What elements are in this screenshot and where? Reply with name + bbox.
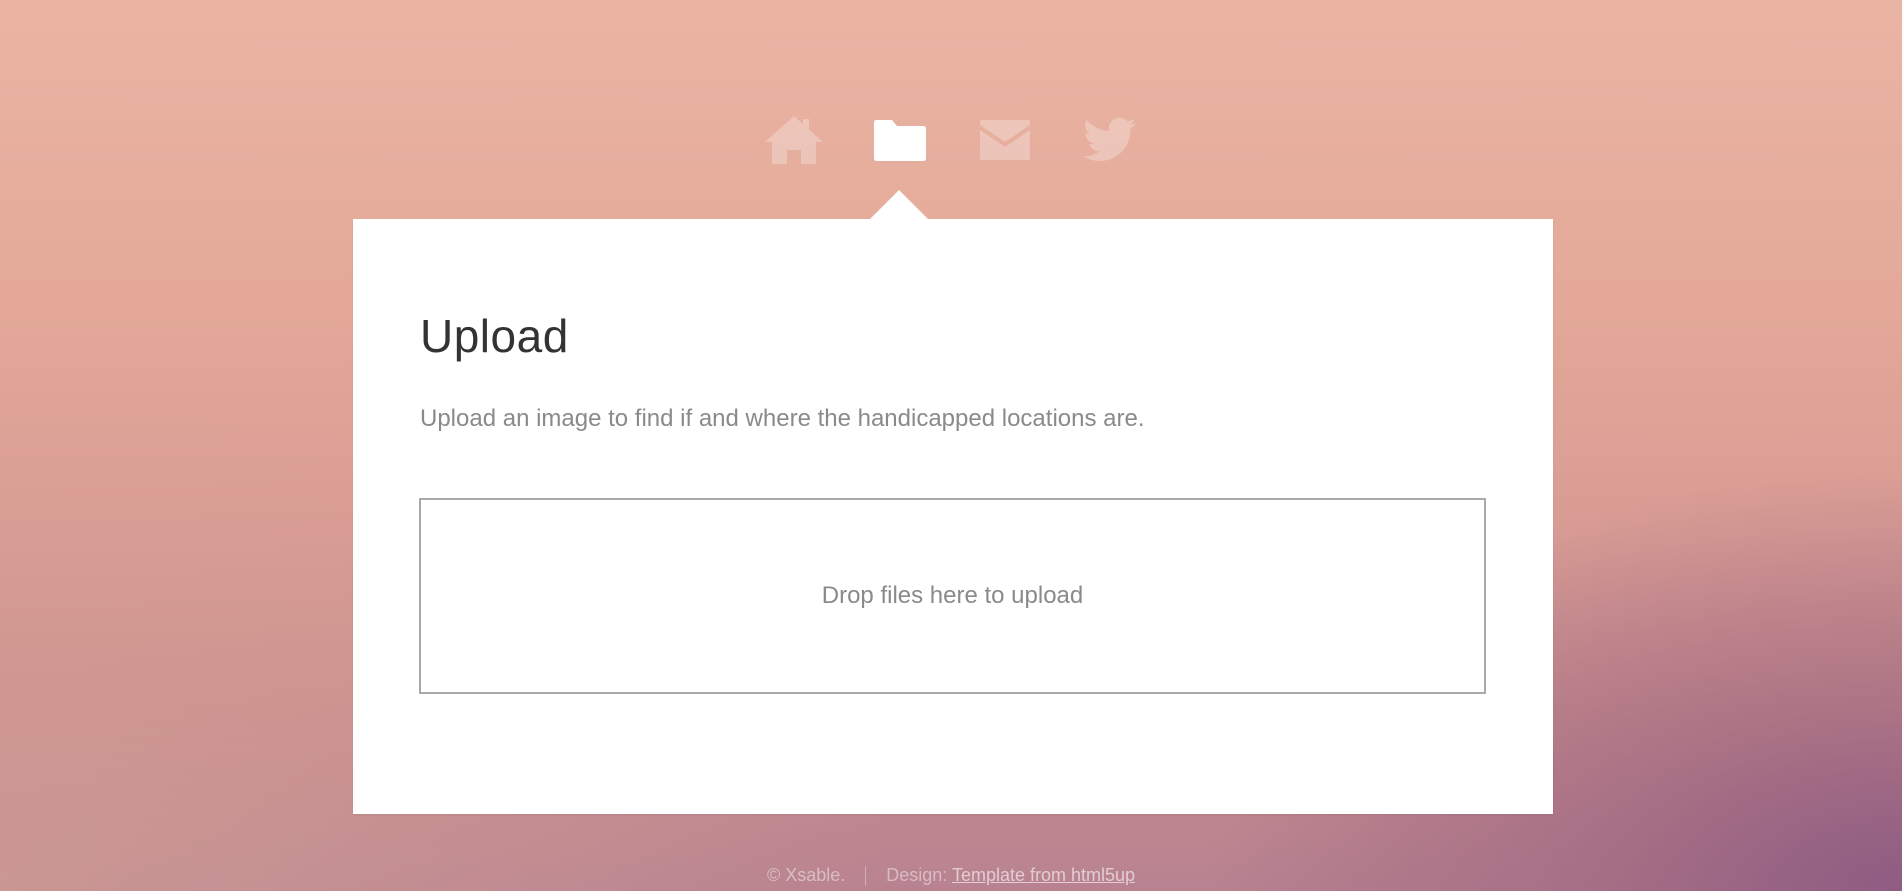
home-icon: [765, 116, 823, 164]
nav-twitter[interactable]: [1078, 110, 1142, 170]
page-title: Upload: [420, 310, 569, 362]
copyright-text: © Xsable.: [766, 865, 846, 885]
envelope-icon: [980, 120, 1030, 160]
nav-mail[interactable]: [973, 110, 1037, 170]
design-credit-link[interactable]: Template from html5up: [952, 865, 1135, 885]
folder-icon: [874, 120, 926, 161]
top-nav: [0, 110, 1902, 170]
twitter-icon: [1083, 117, 1137, 161]
file-dropzone[interactable]: Drop files here to upload: [419, 498, 1486, 694]
nav-folder[interactable]: [868, 110, 932, 170]
upload-panel: Upload Upload an image to find if and wh…: [353, 219, 1553, 814]
upload-description: Upload an image to find if and where the…: [420, 405, 1145, 432]
footer-divider: [865, 866, 867, 887]
design-label: Design:: [886, 865, 948, 885]
nav-home[interactable]: [762, 110, 826, 170]
panel-pointer: [869, 190, 929, 220]
dropzone-label: Drop files here to upload: [821, 582, 1084, 609]
footer: © Xsable. Design: Template from html5up: [0, 865, 1902, 887]
